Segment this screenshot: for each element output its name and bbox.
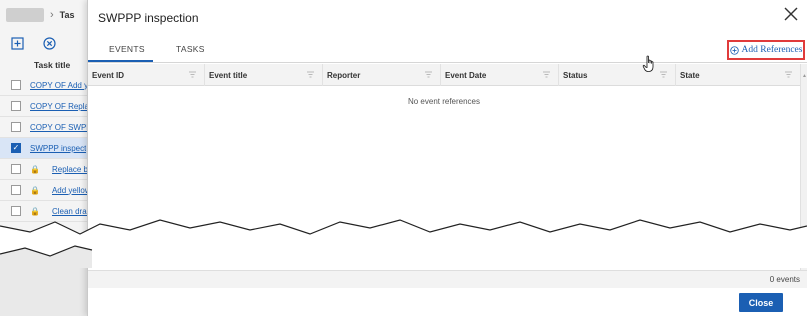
task-row[interactable]: COPY OF Replac bbox=[0, 96, 92, 117]
column-header-reporter[interactable]: Reporter bbox=[323, 64, 441, 86]
active-tab-indicator bbox=[88, 60, 153, 62]
breadcrumb: › Tas bbox=[6, 6, 75, 24]
task-row[interactable]: 🔒 Add yellow r bbox=[0, 180, 92, 201]
task-list: COPY OF Add y COPY OF Replac COPY OF SWP… bbox=[0, 75, 92, 222]
cancel-circle-icon[interactable] bbox=[42, 36, 56, 50]
torn-paper-effect bbox=[0, 219, 807, 268]
add-references-label: Add References bbox=[741, 45, 803, 55]
hand-cursor-icon bbox=[642, 55, 654, 72]
task-title-column-header[interactable]: Task title bbox=[34, 60, 70, 70]
dialog-title: SWPPP inspection bbox=[98, 11, 199, 25]
task-link[interactable]: SWPPP inspect bbox=[30, 144, 86, 153]
task-row[interactable]: 🔒 Replace brok bbox=[0, 159, 92, 180]
close-icon[interactable] bbox=[781, 4, 801, 24]
task-row-selected[interactable]: ✓ SWPPP inspect bbox=[0, 138, 92, 159]
task-link[interactable]: Add yellow r bbox=[52, 186, 92, 195]
task-row[interactable]: COPY OF Add y bbox=[0, 75, 92, 96]
filter-icon[interactable] bbox=[306, 70, 315, 79]
events-grid-header: Event ID Event title Reporter Event Date… bbox=[88, 64, 800, 86]
add-circle-icon bbox=[729, 45, 739, 55]
filter-icon[interactable] bbox=[424, 70, 433, 79]
row-checkbox[interactable] bbox=[11, 164, 21, 174]
lock-icon: 🔒 bbox=[30, 164, 40, 174]
chevron-right-icon: › bbox=[50, 9, 54, 21]
background-toolbar bbox=[10, 36, 56, 50]
column-header-status[interactable]: Status bbox=[559, 64, 676, 86]
event-count: 0 events bbox=[769, 275, 800, 284]
row-checkbox[interactable] bbox=[11, 122, 21, 132]
add-task-icon[interactable] bbox=[10, 36, 24, 50]
column-header-event-id[interactable]: Event ID bbox=[88, 64, 205, 86]
task-link[interactable]: COPY OF Replac bbox=[30, 102, 92, 111]
breadcrumb-current[interactable]: Tas bbox=[60, 10, 75, 20]
filter-icon[interactable] bbox=[659, 70, 668, 79]
task-row[interactable]: COPY OF SWPP bbox=[0, 117, 92, 138]
row-checkbox[interactable] bbox=[11, 101, 21, 111]
row-checkbox-checked[interactable]: ✓ bbox=[11, 143, 21, 153]
filter-icon[interactable] bbox=[784, 70, 793, 79]
column-header-label: Status bbox=[563, 70, 588, 80]
task-link[interactable]: COPY OF SWPP bbox=[30, 123, 92, 132]
tab-tasks[interactable]: TASKS bbox=[176, 44, 205, 54]
row-checkbox[interactable] bbox=[11, 185, 21, 195]
task-link[interactable]: Replace brok bbox=[52, 165, 92, 174]
column-header-label: Event title bbox=[209, 70, 248, 80]
empty-message: No event references bbox=[407, 97, 481, 106]
grid-footer: 0 events bbox=[88, 270, 807, 288]
scroll-up-icon[interactable]: ▲ bbox=[802, 73, 807, 79]
column-header-state[interactable]: State bbox=[676, 64, 800, 86]
breadcrumb-blurred-item bbox=[6, 8, 44, 22]
column-header-label: Event ID bbox=[92, 70, 125, 80]
lock-icon: 🔒 bbox=[30, 185, 40, 195]
close-button[interactable]: Close bbox=[739, 293, 783, 312]
tab-events[interactable]: EVENTS bbox=[109, 44, 145, 54]
column-header-event-title[interactable]: Event title bbox=[205, 64, 323, 86]
column-header-label: State bbox=[680, 70, 700, 80]
event-references-dialog: SWPPP inspection EVENTS TASKS Add Refere… bbox=[87, 0, 807, 316]
dialog-tabs: EVENTS TASKS bbox=[88, 36, 807, 63]
task-link[interactable]: COPY OF Add y bbox=[30, 81, 88, 90]
column-header-label: Event Date bbox=[445, 70, 487, 80]
row-checkbox[interactable] bbox=[11, 80, 21, 90]
filter-icon[interactable] bbox=[542, 70, 551, 79]
add-references-button[interactable]: Add References bbox=[727, 40, 805, 60]
background-task-panel: › Tas Task title COPY OF Add y COPY OF R… bbox=[0, 0, 92, 316]
page: › Tas Task title COPY OF Add y COPY OF R… bbox=[0, 0, 807, 316]
column-header-label: Reporter bbox=[327, 70, 361, 80]
filter-icon[interactable] bbox=[188, 70, 197, 79]
column-header-event-date[interactable]: Event Date bbox=[441, 64, 559, 86]
